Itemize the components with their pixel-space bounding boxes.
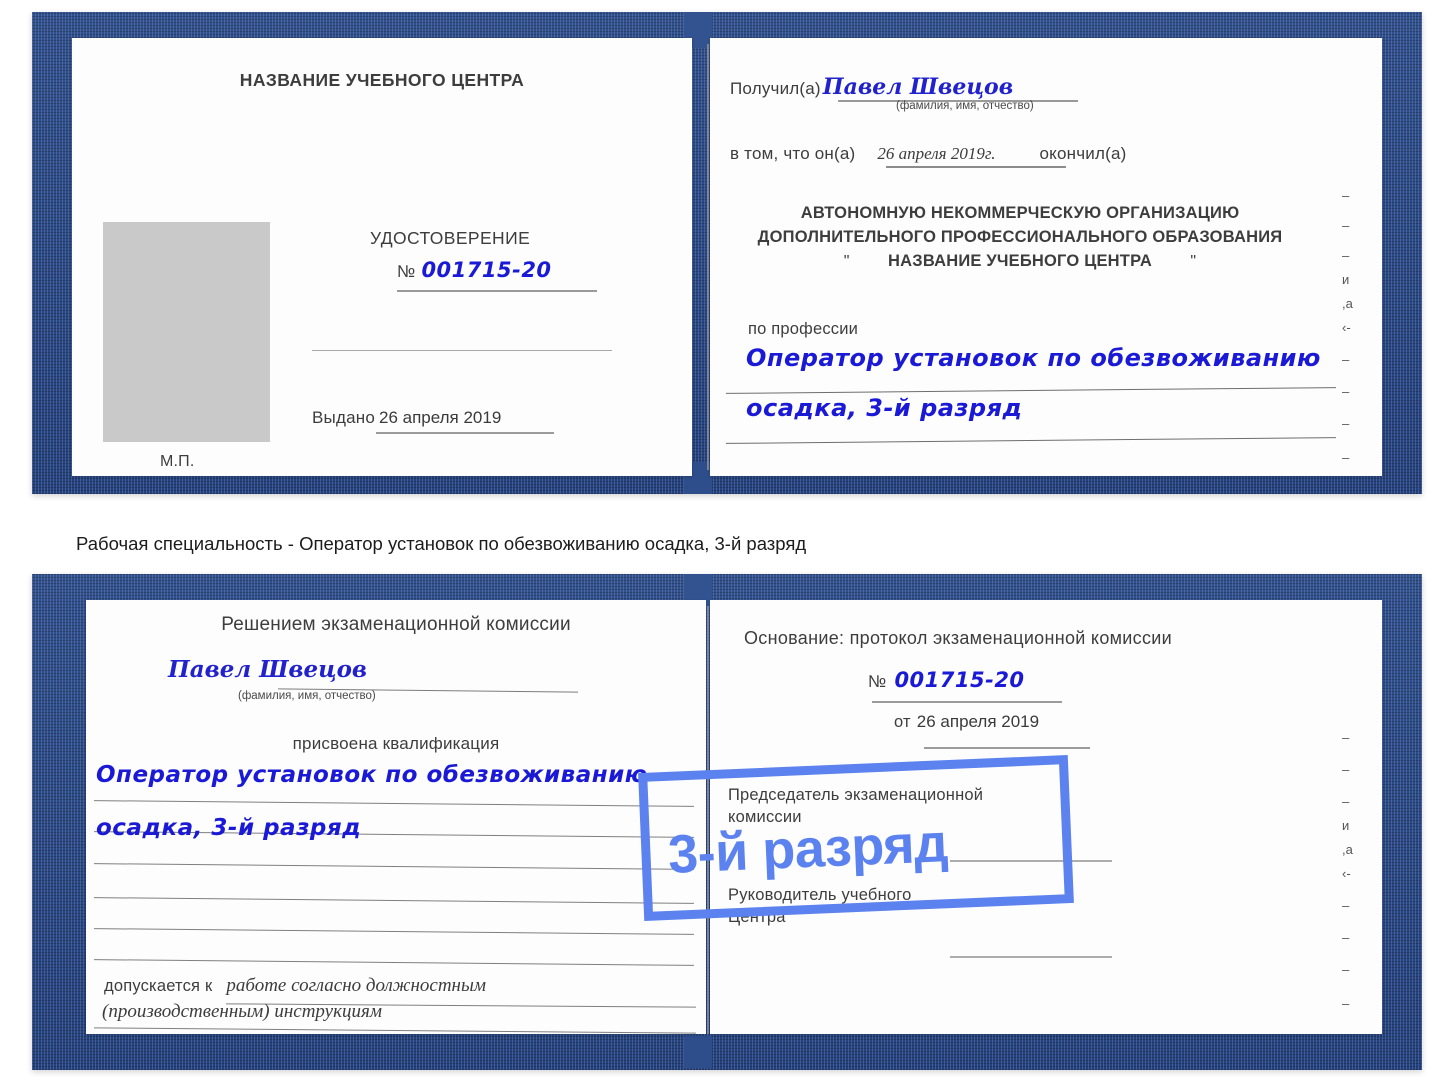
bottom-name-value: Павел Швецов: [168, 656, 368, 683]
head-signature-rule: [950, 956, 1112, 958]
qualification-rule-3: [94, 863, 694, 870]
qualification-rule-1: [94, 800, 694, 807]
in-that-value: 26 апреля 2019г.: [877, 144, 996, 163]
profession-label: по профессии: [748, 320, 859, 338]
protocol-date-value: 26 апреля 2019: [916, 712, 1040, 731]
admitted-label: допускается к: [104, 977, 213, 995]
edge-mark: –: [1342, 794, 1350, 809]
edge-mark: и: [1342, 272, 1350, 287]
page-caption: Рабочая специальность - Оператор установ…: [76, 533, 807, 554]
in-that-row: в том, что он(а) 26 апреля 2019г. окончи…: [730, 144, 1126, 164]
edge-mark: –: [1342, 416, 1350, 431]
profession-line-1: Оператор установок по обезвоживанию: [746, 344, 1321, 372]
admitted-rule-2: [94, 1027, 696, 1034]
certificate-number-rule: [397, 290, 597, 292]
finished-label: окончил(а): [1039, 144, 1127, 163]
bottom-certificate-spine-tab-lower: [684, 1036, 712, 1068]
admitted-row: допускается к работе согласно должностны…: [104, 975, 486, 997]
top-certificate-gutter: [707, 44, 709, 470]
issued-rule: [376, 432, 554, 434]
rank-badge-label: 3-й разряд: [666, 813, 949, 885]
profession-rule-1: [726, 387, 1336, 394]
profession-line-2: осадка, 3-й разряд: [746, 394, 1023, 422]
top-certificate-left-page: НАЗВАНИЕ УЧЕБНОГО ЦЕНТРА УДОСТОВЕРЕНИЕ №…: [72, 38, 692, 476]
admitted-line-2: (производственным) инструкциям: [102, 1001, 382, 1022]
qualification-label: присвоена квалификация: [292, 734, 500, 753]
protocol-date-rule: [924, 747, 1090, 749]
edge-mark: –: [1342, 248, 1350, 263]
received-hint: (фамилия, имя, отчество): [896, 100, 1034, 112]
edge-mark: –: [1342, 218, 1350, 233]
org-name: НАЗВАНИЕ УЧЕБНОГО ЦЕНТРА: [888, 252, 1152, 270]
bottom-name-hint: (фамилия, имя, отчество): [238, 690, 376, 702]
bottom-left-header: Решением экзаменационной комиссии: [221, 614, 571, 635]
edge-mark: –: [1342, 930, 1350, 945]
admitted-line-1: работе согласно должностным: [226, 975, 486, 996]
edge-mark: –: [1342, 962, 1350, 977]
org-quote-close: ": [1190, 253, 1197, 270]
edge-mark: –: [1342, 188, 1350, 203]
in-that-label: в том, что он(а): [730, 144, 856, 163]
edge-mark: и: [1342, 818, 1350, 833]
edge-mark: ,а: [1342, 296, 1353, 311]
org-line-2: ДОПОЛНИТЕЛЬНОГО ПРОФЕССИОНАЛЬНОГО ОБРАЗО…: [757, 228, 1283, 246]
blank-line-2: [94, 928, 694, 935]
protocol-date-row: от 26 апреля 2019: [894, 712, 1039, 732]
org-name-row: " НАЗВАНИЕ УЧЕБНОГО ЦЕНТРА ": [710, 252, 1330, 271]
certificate-number-row: № 001715-20: [397, 258, 552, 282]
edge-mark: –: [1342, 898, 1350, 913]
edge-mark: –: [1342, 996, 1350, 1011]
certificate-title: УДОСТОВЕРЕНИЕ: [370, 228, 531, 248]
protocol-number-label: №: [868, 672, 887, 691]
photo-placeholder: [103, 222, 270, 442]
org-line-1: АВТОНОМНУЮ НЕКОММЕРЧЕСКУЮ ОРГАНИЗАЦИЮ: [800, 204, 1240, 222]
issued-value: 26 апреля 2019: [378, 408, 502, 427]
edge-mark: ‹-: [1342, 866, 1351, 881]
received-value: Павел Швецов: [822, 74, 1014, 100]
received-label: Получил(а): [730, 79, 821, 98]
blank-line-3: [94, 959, 694, 966]
org-quote-open: ": [843, 253, 850, 270]
basis-label: Основание: протокол экзаменационной коми…: [744, 628, 1172, 648]
blank-line-1: [94, 897, 694, 904]
received-row: Получил(а) Павел Швецов: [730, 74, 1013, 100]
blank-rule-1: [312, 350, 612, 351]
qualification-line-2: осадка, 3-й разряд: [96, 815, 362, 841]
issued-row: Выдано 26 апреля 2019: [312, 408, 501, 428]
in-that-rule: [886, 166, 1066, 168]
edge-mark: –: [1342, 762, 1350, 777]
profession-rule-2: [726, 437, 1336, 444]
left-page-header: НАЗВАНИЕ УЧЕБНОГО ЦЕНТРА: [239, 70, 525, 90]
edge-mark: –: [1342, 730, 1350, 745]
protocol-number-rule: [872, 701, 1062, 703]
bottom-certificate-left-page: Решением экзаменационной комиссии Павел …: [86, 600, 706, 1034]
certificate-number-label: №: [397, 262, 416, 281]
protocol-number-value: 001715-20: [894, 668, 1025, 692]
qualification-line-1: Оператор установок по обезвоживанию: [96, 762, 648, 788]
stamp-place-label: М.П.: [160, 453, 195, 470]
issued-label: Выдано: [312, 408, 375, 427]
edge-mark: ,а: [1342, 842, 1353, 857]
protocol-number-row: № 001715-20: [868, 668, 1025, 692]
top-certificate-right-page: Получил(а) Павел Швецов (фамилия, имя, о…: [710, 38, 1382, 476]
edge-mark: –: [1342, 384, 1350, 399]
edge-mark: ‹-: [1342, 320, 1351, 335]
certificate-number-value: 001715-20: [421, 258, 552, 282]
protocol-date-label: от: [894, 713, 911, 731]
edge-mark: –: [1342, 352, 1350, 367]
edge-mark: –: [1342, 450, 1350, 465]
